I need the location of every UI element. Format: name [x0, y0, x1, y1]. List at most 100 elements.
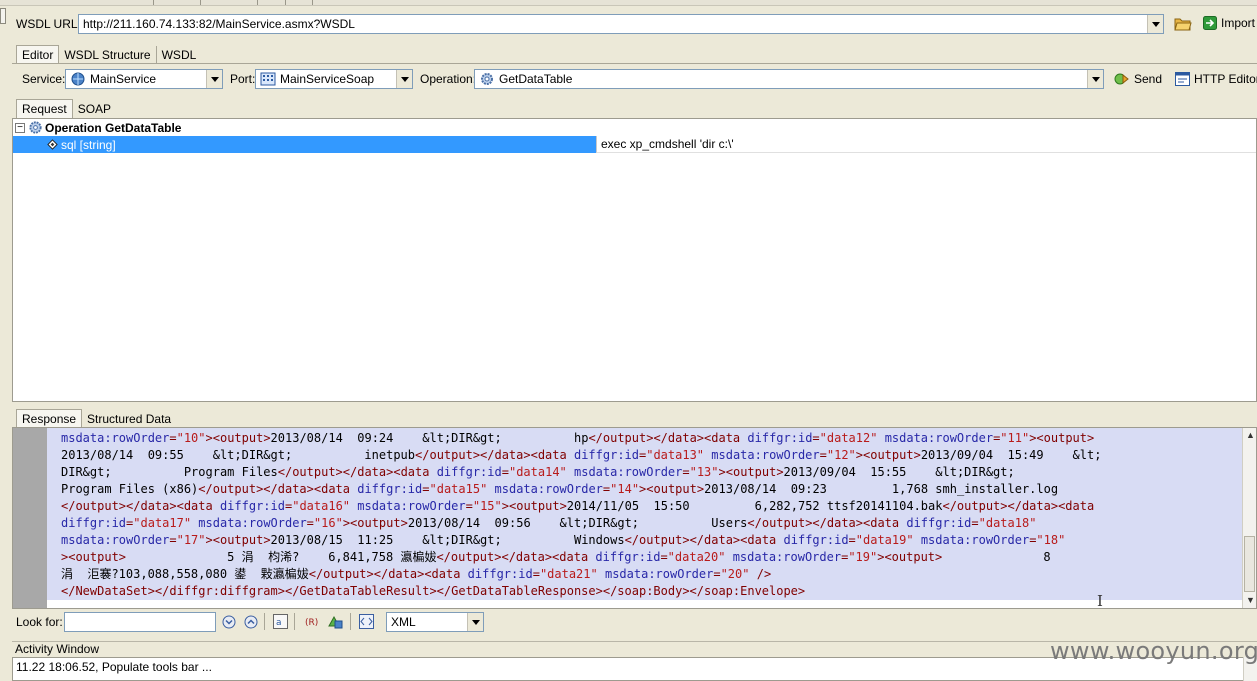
request-tree[interactable]: − Operation GetDataTable sql [string] ex… — [12, 118, 1257, 402]
highlight-all-icon[interactable] — [325, 612, 345, 631]
wsdl-url-dropdown-button[interactable] — [1147, 15, 1163, 33]
xml-token — [487, 482, 494, 496]
xml-token: </output></data><data — [588, 431, 748, 445]
xml-token: "15" — [472, 499, 502, 513]
xml-token: "20" — [720, 567, 750, 581]
toolbar-separator — [264, 613, 265, 630]
scroll-up-arrow-icon[interactable]: ▲ — [1246, 430, 1255, 440]
send-icon — [1114, 73, 1129, 85]
xml-token: 8 — [942, 550, 1051, 564]
xml-token: ><output> — [501, 499, 567, 513]
xml-token: "18" — [1036, 533, 1066, 547]
activity-title-label: Activity Window — [15, 642, 100, 656]
xml-token: = — [682, 465, 690, 479]
xml-token: 涓 洰褰?103,088,558,080 鍙 敤瀛楄妭 — [61, 567, 309, 581]
xml-token — [598, 567, 605, 581]
look-for-label: Look for: — [16, 615, 63, 629]
service-dropdown-button[interactable] — [206, 70, 222, 88]
xml-token: ><output> — [718, 465, 784, 479]
tab-editor[interactable]: Editor — [16, 45, 60, 64]
port-icon — [260, 72, 276, 86]
port-dropdown-button[interactable] — [396, 70, 412, 88]
request-tabs: Request SOAP — [16, 99, 116, 118]
xml-token: "data20" — [667, 550, 726, 564]
wsdl-url-value: http://211.160.74.133:82/MainService.asm… — [83, 17, 355, 31]
operation-dropdown-button[interactable] — [1087, 70, 1103, 88]
xml-token: "data21" — [539, 567, 598, 581]
import-arrow-icon — [1203, 16, 1217, 30]
format-dropdown-button[interactable] — [467, 613, 483, 631]
xml-token: </output></data><data — [942, 499, 1095, 513]
text-cursor-icon: I — [1097, 592, 1103, 609]
tab-request[interactable]: Request — [16, 99, 73, 118]
toolbar-separator — [285, 0, 286, 5]
import-label: Import — [1221, 16, 1256, 30]
format-select[interactable]: XML — [386, 612, 484, 632]
scroll-down-arrow-icon[interactable]: ▼ — [1246, 595, 1255, 605]
xml-token: msdata:rowOrder — [732, 550, 842, 564]
look-for-input[interactable] — [64, 612, 216, 632]
tree-param-name: sql [string] — [61, 137, 116, 152]
tab-response[interactable]: Response — [16, 409, 83, 428]
xml-token: msdata:rowOrder — [494, 482, 603, 496]
toolbar-separator — [200, 0, 201, 5]
xml-token: diffgr:id — [61, 516, 127, 530]
xml-line: </output></data><data diffgr:id = "data16"… — [61, 498, 1094, 515]
regex-icon[interactable]: (R) — [301, 612, 321, 631]
xml-token: = — [812, 431, 820, 445]
toolbar-separator — [153, 0, 154, 5]
tab-structured-data[interactable]: Structured Data — [82, 410, 176, 428]
xml-token: "10" — [176, 431, 206, 445]
xml-token: /> — [756, 567, 772, 581]
xml-token: diffgr:id — [595, 550, 661, 564]
xml-token: 5 涓 枃浠? 6,841,758 瀛楄妭 — [126, 550, 437, 564]
xml-token: 2013/08/15 11:25 &lt;DIR&gt; Windows — [270, 533, 625, 547]
wsdl-url-label: WSDL URL: — [16, 17, 81, 31]
operation-gear-icon — [481, 73, 493, 85]
collapse-icon[interactable]: − — [15, 122, 25, 133]
xml-token: </NewDataSet></diffgr:diffgram></GetData… — [61, 584, 806, 598]
find-next-icon[interactable] — [219, 612, 239, 631]
http-editor-button[interactable]: HTTP Editor — [1175, 72, 1257, 86]
open-folder-icon[interactable] — [1173, 14, 1193, 33]
match-case-icon[interactable]: a — [270, 612, 290, 631]
wsdl-url-field[interactable]: http://211.160.74.133:82/MainService.asm… — [78, 14, 1164, 34]
xml-token: msdata:rowOrder — [61, 431, 170, 445]
http-editor-label: HTTP Editor — [1194, 72, 1257, 86]
xml-line: msdata:rowOrder="10"><output>2013/08/14 … — [61, 430, 1094, 447]
xml-token: 2013/09/04 15:49 &lt; — [920, 448, 1102, 462]
response-vertical-scrollbar[interactable]: ▲ ▼ — [1242, 428, 1256, 608]
response-xml-view[interactable]: msdata:rowOrder="10"><output>2013/08/14 … — [12, 427, 1257, 609]
left-panel-handle[interactable] — [0, 8, 6, 24]
xml-token: "data19" — [855, 533, 914, 547]
tab-wsdl-structure[interactable]: WSDL Structure — [59, 46, 157, 64]
xml-token: msdata:rowOrder — [884, 431, 994, 445]
xml-token: "12" — [826, 448, 856, 462]
tree-param-row[interactable]: sql [string] — [13, 136, 596, 153]
xml-token: 2014/11/05 15:50 6,282,752 ttsf20141104.… — [566, 499, 943, 513]
format-xml-icon[interactable] — [356, 612, 376, 631]
xml-token: "data12" — [819, 431, 878, 445]
scrollbar-thumb[interactable] — [1244, 536, 1255, 592]
xml-token: ><output> — [61, 550, 127, 564]
editor-tabs-divider — [12, 63, 1257, 64]
import-button[interactable]: Import — [1203, 16, 1255, 30]
toolbar-separator — [312, 0, 313, 5]
service-select[interactable]: MainService — [65, 69, 223, 89]
tree-operation-row[interactable]: − Operation GetDataTable — [15, 119, 181, 136]
service-label: Service: — [22, 72, 66, 86]
tab-soap[interactable]: SOAP — [73, 100, 116, 118]
tab-wsdl[interactable]: WSDL — [157, 46, 202, 64]
xml-token: </output></data><data — [198, 482, 358, 496]
xml-token: msdata:rowOrder — [198, 516, 307, 530]
xml-token: diffgr:id — [436, 465, 502, 479]
xml-token — [749, 567, 756, 581]
send-button[interactable]: Send — [1114, 72, 1162, 86]
port-select[interactable]: MainServiceSoap — [255, 69, 413, 89]
operation-select[interactable]: GetDataTable — [474, 69, 1104, 89]
port-label: Port: — [230, 72, 256, 86]
find-previous-icon[interactable] — [241, 612, 261, 631]
parameter-diamond-icon — [47, 139, 58, 150]
xml-text-area[interactable]: msdata:rowOrder="10"><output>2013/08/14 … — [47, 428, 1242, 600]
tree-param-value-cell[interactable]: exec xp_cmdshell 'dir c:\' — [596, 136, 1256, 153]
